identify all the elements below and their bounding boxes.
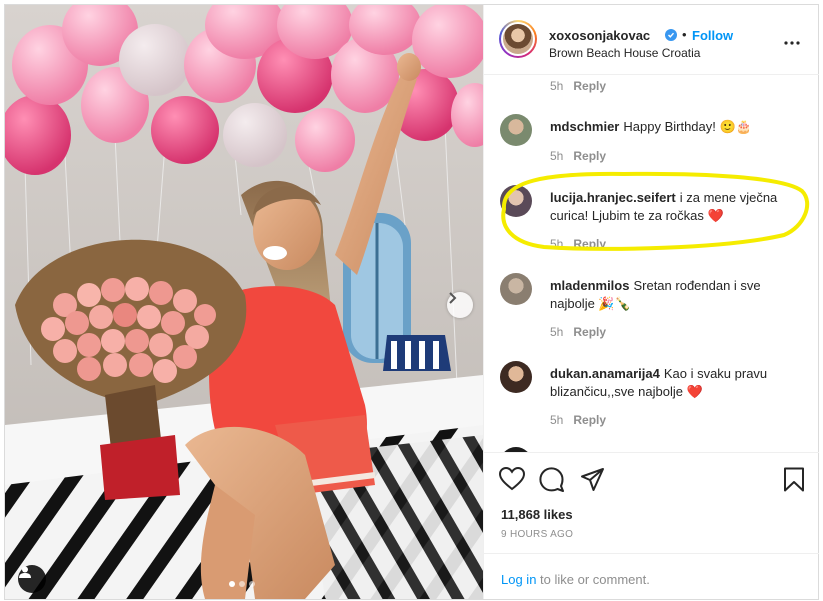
comment-meta: 5h Reply <box>550 325 606 339</box>
reply-button[interactable]: Reply <box>573 79 606 93</box>
post-timestamp[interactable]: 9 HOURS AGO <box>501 529 573 540</box>
commenter-avatar[interactable] <box>500 114 532 146</box>
reply-button[interactable]: Reply <box>573 237 606 251</box>
comment-username[interactable]: dukan.anamarija4 <box>550 366 660 381</box>
post-header: xoxosonjakovac • Follow Brown Beach Hous… <box>484 5 819 75</box>
author-avatar[interactable] <box>499 20 537 58</box>
reply-button[interactable]: Reply <box>573 149 606 163</box>
photo-illustration <box>5 5 483 599</box>
post-dialog: xoxosonjakovac • Follow Brown Beach Hous… <box>4 4 819 600</box>
reply-button[interactable]: Reply <box>573 325 606 339</box>
carousel-dot-3 <box>249 581 255 587</box>
comment-time: 5h <box>550 237 564 251</box>
share-icon[interactable] <box>580 467 605 497</box>
next-slide-button[interactable] <box>447 292 473 318</box>
commenter-avatar[interactable] <box>500 273 532 305</box>
verified-badge-icon <box>665 29 677 41</box>
bookmark-icon[interactable] <box>783 467 805 497</box>
commenter-avatar[interactable] <box>500 185 532 217</box>
post-actions: 11,868 likes 9 HOURS AGO Log in to like … <box>484 452 819 599</box>
comment-body: lucija.hranjec.seifert i za mene vječna c… <box>550 189 800 225</box>
comment-icon[interactable] <box>539 467 564 497</box>
comment-text: Happy Birthday! 🙂🎂 <box>623 119 752 134</box>
more-options-icon[interactable] <box>784 32 800 50</box>
user-icon <box>19 566 31 578</box>
chevron-right-icon <box>449 292 457 304</box>
reply-button[interactable]: Reply <box>573 413 606 427</box>
comment-time: 5h <box>550 325 564 339</box>
commenter-avatar[interactable] <box>500 361 532 393</box>
carousel-dot-1 <box>229 581 235 587</box>
author-username[interactable]: xoxosonjakovac <box>549 28 650 43</box>
carousel-dot-2 <box>239 581 245 587</box>
comment-time: 5h <box>550 413 564 427</box>
comment-body: mladenmilos Sretan rođendan i sve najbolj… <box>550 277 800 313</box>
login-prompt-text: to like or comment. <box>536 572 650 587</box>
header-separator: • <box>682 27 687 42</box>
post-photo[interactable] <box>5 5 483 599</box>
post-location[interactable]: Brown Beach House Croatia <box>549 46 700 60</box>
comment-time: 5h <box>550 149 564 163</box>
comment-username[interactable]: lucija.hranjec.seifert <box>550 190 676 205</box>
login-link[interactable]: Log in <box>501 572 536 587</box>
tagged-users-button[interactable] <box>18 565 46 593</box>
carousel-indicator <box>229 581 255 587</box>
heart-icon[interactable] <box>498 466 526 496</box>
comment-body: mdschmier Happy Birthday! 🙂🎂 <box>550 118 800 136</box>
comments-list[interactable]: 5h Reply mdschmier Happy Birthday! 🙂🎂 5h Re… <box>484 75 819 452</box>
post-sidebar: xoxosonjakovac • Follow Brown Beach Hous… <box>483 5 819 599</box>
comment-username[interactable]: mdschmier <box>550 119 619 134</box>
comment-time: 5h <box>550 79 564 93</box>
comment-meta: 5h Reply <box>550 149 606 163</box>
comment-meta: 5h Reply <box>550 413 606 427</box>
comment-username[interactable]: mladenmilos <box>550 278 629 293</box>
comment-body: dukan.anamarija4 Kao i svaku pravu blizan… <box>550 365 800 401</box>
likes-count[interactable]: 11,868 likes <box>501 507 573 522</box>
login-prompt: Log in to like or comment. <box>484 553 819 600</box>
comment-meta: 5h Reply <box>550 79 606 93</box>
follow-button[interactable]: Follow <box>692 28 733 43</box>
comment-meta: 5h Reply <box>550 237 606 251</box>
